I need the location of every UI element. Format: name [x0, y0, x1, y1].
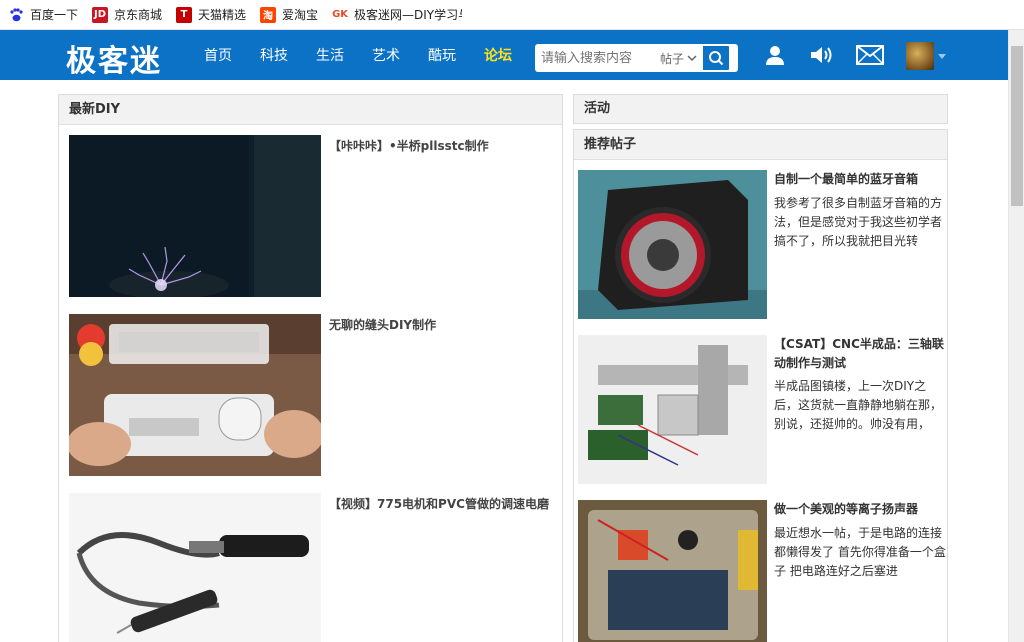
baidu-paw-icon [8, 6, 24, 23]
nav-life[interactable]: 生活 [302, 45, 358, 65]
search-button[interactable] [701, 44, 731, 72]
search-scope-label: 帖子 [659, 51, 684, 66]
nav-forum[interactable]: 论坛 [470, 45, 526, 65]
site-logo[interactable]: 极客迷 [66, 36, 162, 80]
rec-thumbnail-plasma[interactable] [578, 500, 767, 642]
taobao-icon: 淘 [260, 6, 277, 23]
rec-description: 最近想水一帖，于是电路的连接都懒得发了 首先你得准备一个盒子 把电路连好之后塞进 [774, 526, 946, 578]
recommended-panel: 推荐帖子 自制一个最简单的蓝牙音箱 我参考了很多自制蓝牙音箱的方法，但是感觉对于… [573, 129, 948, 642]
page-scrollbar[interactable] [1008, 30, 1024, 642]
tmall-icon: T [176, 6, 193, 23]
main-nav: 首页 科技 生活 艺术 酷玩 论坛 [190, 30, 526, 80]
bookmarks-bar: 百度一下 JD 京东商城 T 天猫精选 淘 爱淘宝 GK 极客迷网—DIY学习与 [0, 0, 1024, 30]
rec-title[interactable]: 做一个美观的等离子扬声器 [774, 500, 946, 519]
site-header: 极客迷 首页 科技 生活 艺术 酷玩 论坛 帖子 [0, 30, 1008, 80]
nav-home[interactable]: 首页 [190, 45, 246, 65]
bookmark-tmall[interactable]: T 天猫精选 [176, 6, 246, 23]
user-button[interactable] [760, 40, 790, 70]
scrollbar-thumb[interactable] [1011, 46, 1023, 206]
bookmark-label: 百度一下 [30, 8, 79, 22]
diy-thumbnail-tesla[interactable] [69, 135, 321, 297]
diy-title[interactable]: 无聊的缝头DIY制作 [329, 316, 559, 333]
bookmark-jikemi[interactable]: GK 极客迷网—DIY学习与 [332, 6, 462, 23]
search-scope-select[interactable]: 帖子 [653, 50, 701, 67]
sound-button[interactable] [807, 40, 837, 70]
rec-description: 半成品图镇楼，上一次DIY之后，这货就一直静静地躺在那，别说，还挺帅的。帅没有用… [774, 379, 943, 431]
user-icon [766, 46, 784, 65]
rec-title[interactable]: 【CSAT】CNC半成品：三轴联动制作与测试 [774, 335, 946, 373]
nav-fun[interactable]: 酷玩 [414, 45, 470, 65]
search-input[interactable] [535, 50, 653, 66]
activity-title[interactable]: 活动 [574, 95, 947, 123]
diy-thumbnail-can[interactable] [69, 314, 321, 476]
envelope-icon [856, 45, 884, 65]
nav-tech[interactable]: 科技 [246, 45, 302, 65]
nav-art[interactable]: 艺术 [358, 45, 414, 65]
search-box: 帖子 [535, 44, 738, 72]
latest-diy-title: 最新DIY [59, 95, 562, 125]
diy-title[interactable]: 【视频】775电机和PVC管做的调速电磨 [329, 495, 559, 512]
latest-diy-panel: 最新DIY 【咔咔咔】•半桥pllsstc制作 无聊的缝头DIY制作 【视频】7… [58, 94, 563, 642]
bookmark-label: 极客迷网—DIY学习与 [354, 8, 463, 22]
bookmark-taobao[interactable]: 淘 爱淘宝 [260, 6, 318, 23]
rec-thumbnail-speaker[interactable] [578, 170, 767, 319]
bookmark-baidu[interactable]: 百度一下 [8, 6, 78, 23]
search-icon [709, 51, 724, 66]
chevron-down-icon [687, 55, 697, 62]
bookmark-jd[interactable]: JD 京东商城 [92, 6, 162, 23]
rec-title[interactable]: 自制一个最简单的蓝牙音箱 [774, 170, 946, 189]
bookmark-label: 天猫精选 [198, 8, 247, 22]
bookmark-label: 爱淘宝 [282, 8, 319, 22]
rec-description: 我参考了很多自制蓝牙音箱的方法，但是感觉对于我这些初学者搞不了，所以我就把目光转 [774, 196, 943, 248]
avatar-caret-icon[interactable] [938, 54, 946, 59]
activity-panel: 活动 [573, 94, 948, 124]
jd-icon: JD [92, 6, 109, 23]
gk-icon: GK [332, 6, 349, 23]
diy-title[interactable]: 【咔咔咔】•半桥pllsstc制作 [329, 137, 559, 154]
message-button[interactable] [854, 40, 886, 70]
recommended-title: 推荐帖子 [574, 130, 947, 160]
avatar[interactable] [906, 42, 934, 70]
speaker-icon [811, 47, 832, 63]
rec-thumbnail-cnc[interactable] [578, 335, 767, 484]
bookmark-label: 京东商城 [114, 8, 163, 22]
diy-thumbnail-grinder[interactable] [69, 493, 321, 642]
